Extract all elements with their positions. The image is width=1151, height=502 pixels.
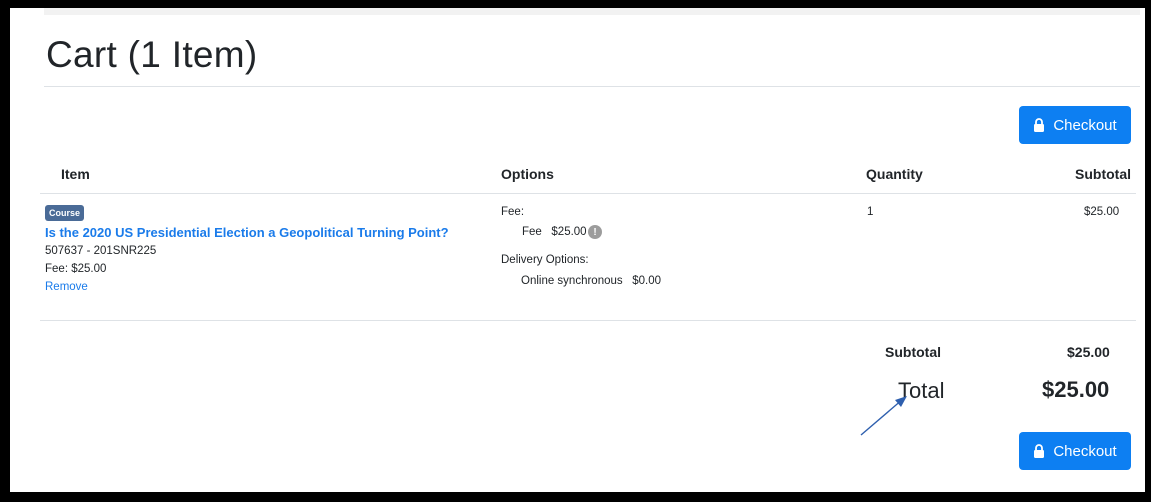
- checkout-label: Checkout: [1053, 442, 1117, 460]
- cart-page: Cart (1 Item) Checkout Item Options Quan…: [10, 8, 1145, 492]
- arrow-annotation: [860, 396, 907, 436]
- checkout-button-bottom[interactable]: Checkout: [1019, 432, 1131, 470]
- lock-icon: [1034, 444, 1045, 458]
